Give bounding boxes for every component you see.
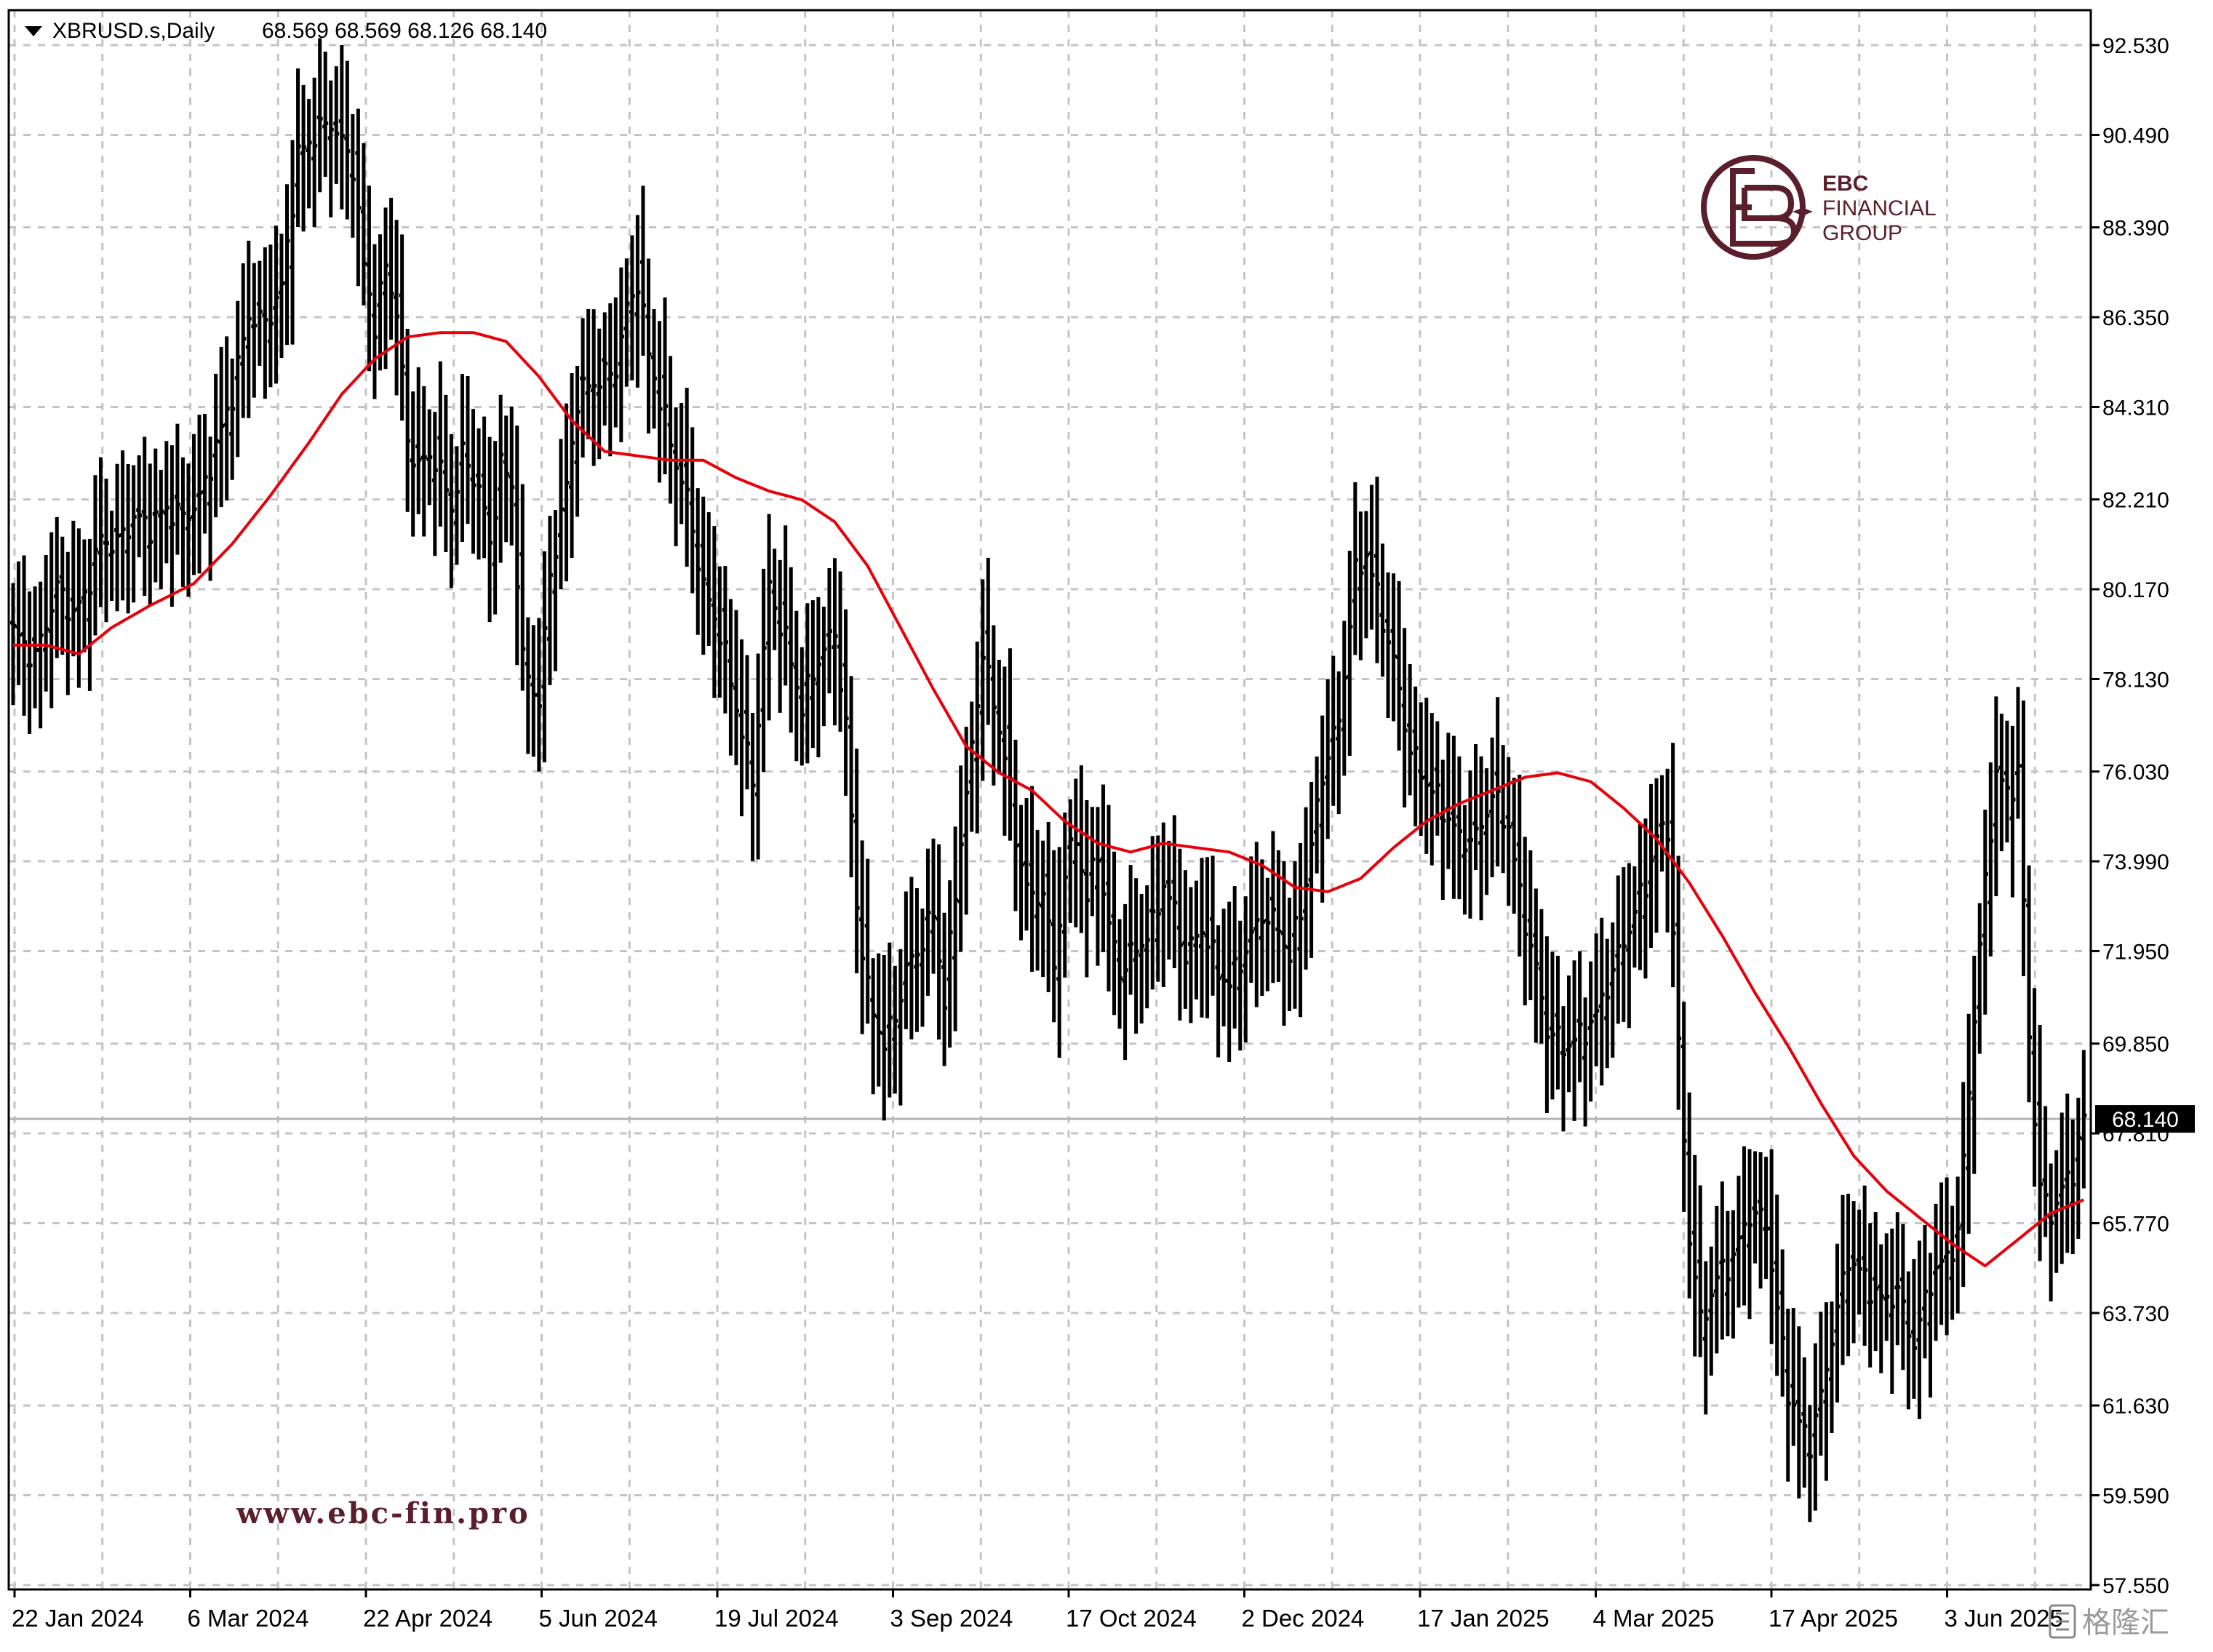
y-tick-label: 73.990 <box>2102 850 2169 874</box>
x-tick-label: 17 Apr 2025 <box>1769 1605 1898 1632</box>
symbol-label: XBRUSD.s,Daily <box>52 19 215 43</box>
y-tick-label: 80.170 <box>2102 578 2169 602</box>
last-price-text: 68.140 <box>2112 1108 2179 1132</box>
y-tick-label: 57.550 <box>2102 1574 2169 1598</box>
x-tick-label: 17 Jan 2025 <box>1417 1605 1550 1632</box>
logo-line-1: EBC <box>1822 172 1868 196</box>
y-tick-label: 90.490 <box>2102 124 2169 148</box>
y-tick-label: 59.590 <box>2102 1485 2169 1509</box>
x-tick-label: 3 Sep 2024 <box>890 1605 1013 1632</box>
y-tick-label: 71.950 <box>2102 941 2169 965</box>
y-tick-label: 69.850 <box>2102 1033 2169 1057</box>
watermark-url: www.ebc-fin.pro <box>236 1496 530 1531</box>
corner-mark-text: 格隆汇 <box>2082 1606 2169 1640</box>
x-tick-label: 3 Jun 2025 <box>1945 1605 2063 1632</box>
y-tick-label: 63.730 <box>2102 1302 2169 1326</box>
x-tick-label: 6 Mar 2024 <box>188 1605 309 1632</box>
y-tick-label: 78.130 <box>2102 668 2169 692</box>
x-tick-label: 22 Jan 2024 <box>12 1605 144 1632</box>
last-price-label: 68.140 <box>2095 1105 2195 1133</box>
y-tick-label: 76.030 <box>2102 761 2169 785</box>
logo-line-2: FINANCIAL <box>1822 196 1937 220</box>
y-tick-label: 88.390 <box>2102 217 2169 241</box>
price-chart: 92.530 90.490 88.390 86.350 84.310 82.210 80.1… <box>0 0 2213 1652</box>
x-tick-label: 4 Mar 2025 <box>1593 1605 1715 1632</box>
x-tick-label: 19 Jul 2024 <box>714 1605 839 1632</box>
y-tick-label: 86.350 <box>2102 306 2169 330</box>
chart-header: XBRUSD.s,Daily 68.569 68.569 68.126 68.1… <box>25 19 547 43</box>
y-tick-label: 65.770 <box>2102 1213 2169 1237</box>
y-tick-label: 61.630 <box>2102 1394 2169 1418</box>
x-tick-label: 17 Oct 2024 <box>1066 1605 1197 1632</box>
y-tick-label: 92.530 <box>2102 34 2169 58</box>
x-tick-label: 22 Apr 2024 <box>363 1605 493 1632</box>
x-tick-label: 5 Jun 2024 <box>539 1605 658 1632</box>
logo-line-3: GROUP <box>1822 221 1902 245</box>
y-tick-label: 84.310 <box>2102 396 2169 420</box>
x-tick-label: 2 Dec 2024 <box>1242 1605 1365 1632</box>
y-tick-label: 82.210 <box>2102 489 2169 513</box>
ohlc-values: 68.569 68.569 68.126 68.140 <box>262 19 547 43</box>
